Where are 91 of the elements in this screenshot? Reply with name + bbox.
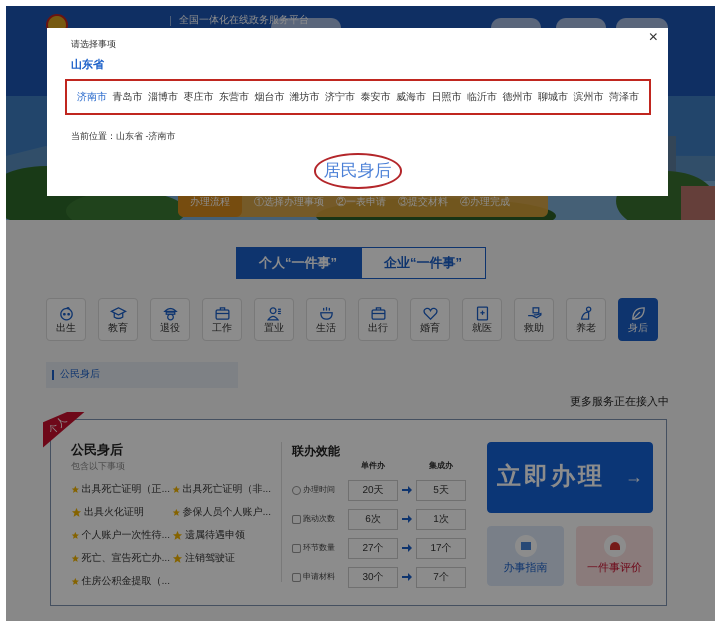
- city-link[interactable]: 济宁市: [325, 90, 356, 104]
- tab[interactable]: 个人“一件事”: [236, 247, 360, 279]
- city-link[interactable]: 聊城市: [538, 90, 568, 104]
- metric-label: 环节数量: [303, 542, 335, 554]
- arrow-icon: [402, 544, 412, 552]
- service-item-link[interactable]: 住房公积金提取（...: [71, 574, 170, 588]
- location-text: 当前位置：山东省 -济南市: [71, 131, 176, 141]
- city-link[interactable]: 济南市: [77, 90, 107, 104]
- process-step: ①选择办理事项: [254, 194, 324, 210]
- metric-value: 17个: [416, 538, 466, 558]
- metric-value: 1次: [416, 508, 466, 530]
- metric-label: 跑动次数: [303, 513, 335, 525]
- category-button[interactable]: 置业: [254, 298, 294, 341]
- process-step: ②一表申请: [336, 194, 386, 210]
- section-title: 公民身后: [52, 370, 100, 380]
- site-subtitle: 全国一体化在线政务服务平台: [170, 16, 309, 26]
- service-item-link[interactable]: 参保人员个人账户...: [172, 504, 271, 520]
- card-subtitle: 包含以下事项: [71, 460, 126, 473]
- process-step: ③提交材料: [398, 194, 448, 210]
- city-link[interactable]: 烟台市: [254, 90, 284, 104]
- metric-label: 申请材料: [303, 571, 335, 583]
- arrow-icon: [402, 515, 412, 523]
- tab[interactable]: 企业“一件事”: [360, 247, 486, 279]
- close-button[interactable]: ×: [648, 30, 658, 46]
- star-icon: [71, 506, 82, 518]
- star-icon: [71, 484, 80, 494]
- guide-button[interactable]: 办事指南: [487, 526, 564, 586]
- metric-value: 30个: [348, 566, 398, 588]
- city-link[interactable]: 菏泽市: [608, 90, 639, 104]
- province-name: 山东省: [71, 58, 105, 72]
- arrow-icon: [402, 486, 412, 494]
- category-button[interactable]: 婚育: [410, 298, 450, 341]
- star-icon: [71, 552, 80, 564]
- category-button[interactable]: 身后: [618, 298, 658, 341]
- city-link[interactable]: 青岛市: [112, 90, 142, 104]
- metric-value: 20天: [348, 480, 398, 500]
- column-header: 集成办: [428, 460, 454, 472]
- column-header: 单件办: [360, 460, 386, 472]
- metric-label: 办理时间: [303, 484, 335, 496]
- category-button[interactable]: 工作: [202, 298, 242, 341]
- city-link[interactable]: 德州市: [502, 90, 532, 104]
- city-link[interactable]: 日照市: [432, 90, 462, 104]
- service-item-link[interactable]: 出具死亡证明（正...: [71, 482, 170, 496]
- star-icon: [172, 484, 181, 494]
- star-icon: [172, 506, 181, 518]
- service-item-link[interactable]: 个人账户一次性待...: [71, 528, 170, 542]
- category-button[interactable]: 救助: [514, 298, 554, 341]
- apply-now-button[interactable]: 立即办理 →: [487, 442, 653, 512]
- metric-value: 7个: [416, 566, 466, 588]
- category-button[interactable]: 就医: [462, 298, 502, 341]
- category-button[interactable]: 出生: [46, 298, 86, 341]
- efficiency-title: 联办效能: [292, 442, 341, 460]
- dialog-prompt: 请选择事项: [71, 38, 117, 51]
- cup-icon: [318, 305, 334, 322]
- service-item-link[interactable]: 死亡、宣告死亡办...: [71, 550, 170, 566]
- city-link[interactable]: 枣庄市: [183, 90, 214, 104]
- category-button[interactable]: 出行: [358, 298, 398, 341]
- service-item-link[interactable]: 出具火化证明: [71, 504, 170, 520]
- star-icon: [172, 552, 183, 564]
- metric-value: 27个: [348, 538, 398, 558]
- metric-value: 6次: [348, 508, 398, 530]
- heart-icon: [422, 305, 438, 322]
- city-link[interactable]: 淄博市: [148, 90, 178, 104]
- face-icon: [58, 305, 74, 322]
- arrow-icon: [402, 573, 412, 581]
- cap-icon: [162, 305, 178, 322]
- process-step: ④办理完成: [460, 194, 510, 210]
- graduation-cap-icon: [110, 305, 126, 322]
- city-link[interactable]: 东营市: [218, 90, 249, 104]
- city-link[interactable]: 临沂市: [466, 90, 497, 104]
- highlighted-item: 居民身后: [314, 153, 402, 188]
- briefcase-icon: [370, 305, 386, 322]
- city-link[interactable]: 滨州市: [573, 90, 604, 104]
- service-item-link[interactable]: 遗属待遇申领: [172, 528, 271, 542]
- category-button[interactable]: 生活: [306, 298, 346, 341]
- star-icon: [71, 576, 80, 586]
- metric-value: 5天: [416, 480, 466, 500]
- briefcase-icon: [214, 305, 230, 322]
- person-icon: [266, 305, 282, 322]
- city-link[interactable]: 威海市: [396, 90, 426, 104]
- category-button[interactable]: 养老: [566, 298, 606, 341]
- category-button[interactable]: 教育: [98, 298, 138, 341]
- service-item-link[interactable]: 出具死亡证明（非...: [172, 482, 271, 496]
- service-item-link[interactable]: 注销驾驶证: [172, 550, 271, 566]
- city-link[interactable]: 潍坊市: [290, 90, 320, 104]
- star-icon: [71, 530, 80, 540]
- city-link[interactable]: 泰安市: [360, 90, 391, 104]
- category-button[interactable]: 退役: [150, 298, 190, 341]
- rating-button[interactable]: 一件事评价: [576, 526, 653, 586]
- notice-text: 更多服务正在接入中: [570, 394, 669, 410]
- star-icon: [172, 530, 183, 540]
